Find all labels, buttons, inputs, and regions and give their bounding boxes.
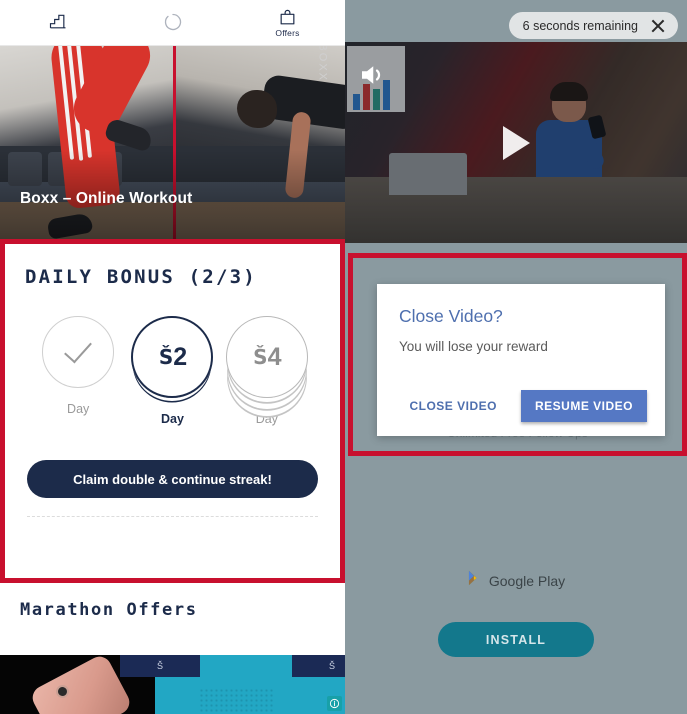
claim-bonus-button[interactable]: Claim double & continue streak! — [27, 460, 318, 498]
loading-spinner-icon — [163, 12, 183, 32]
resume-video-button[interactable]: RESUME VIDEO — [520, 390, 647, 422]
info-icon[interactable] — [327, 696, 342, 711]
offers-carousel[interactable]: Š Š — [0, 655, 345, 714]
divider — [27, 516, 318, 517]
daily-bonus-title: DAILY BONUS (2/3) — [25, 266, 257, 288]
close-video-dialog: Close Video? You will lose your reward C… — [377, 284, 665, 436]
screenshot-root: Offers BOXX Boxx – Online Workout DAILY … — [0, 0, 687, 714]
ad-video-player[interactable] — [345, 42, 687, 243]
shopping-bag-icon — [278, 8, 297, 27]
coin-value: Š 2 — [158, 342, 187, 372]
offer-reward-badge: Š — [120, 655, 200, 677]
coin-amount: 4 — [267, 342, 282, 371]
coin-icon: Š 2 — [131, 316, 214, 398]
speaker-on-icon[interactable] — [357, 60, 387, 95]
nav-item-offers[interactable]: Offers — [230, 8, 345, 38]
top-navigation-bar: Offers — [0, 0, 345, 46]
dialog-title: Close Video? — [399, 306, 503, 326]
ad-timer-label: 6 seconds remaining — [522, 18, 638, 33]
hero-banner[interactable]: BOXX Boxx – Online Workout — [0, 46, 345, 242]
currency-symbol: Š — [253, 345, 267, 369]
nav-item-loading[interactable] — [115, 12, 230, 33]
bonus-day-1-label: Day — [67, 402, 90, 416]
bonus-day-2-label: Day — [161, 412, 184, 426]
coin-stack-icon: Š 4 — [225, 316, 308, 398]
close-video-button[interactable]: CLOSE VIDEO — [399, 391, 507, 421]
offer-reward-badge-label: Š — [328, 661, 335, 671]
bonus-day-1[interactable]: Day — [31, 316, 125, 416]
dialog-actions: CLOSE VIDEO RESUME VIDEO — [399, 390, 647, 422]
coin-amount: 2 — [173, 342, 187, 371]
close-icon[interactable] — [650, 18, 666, 34]
install-button[interactable]: INSTALL — [438, 622, 594, 657]
hero-title: Boxx – Online Workout — [20, 190, 193, 207]
app-left-panel: Offers BOXX Boxx – Online Workout DAILY … — [0, 0, 345, 714]
bonus-day-3-label: Day — [255, 412, 278, 426]
currency-symbol: Š — [158, 345, 173, 369]
marathon-offers-title: Marathon Offers — [20, 600, 198, 620]
offer-reward-badge: Š — [292, 655, 345, 677]
nav-item-offers-label: Offers — [275, 27, 300, 38]
bonus-day-2[interactable]: Š 2 Day — [125, 316, 219, 426]
coin-claimed — [42, 316, 115, 388]
phone-image — [28, 655, 134, 714]
dot-pattern — [199, 688, 273, 714]
ad-timer-pill: 6 seconds remaining — [508, 12, 678, 39]
daily-bonus-days: Day Š 2 Day Š 4 Day — [25, 316, 320, 426]
close-video-dialog-annotation-box: Unlimited Free Fellow Ups Close Video? Y… — [348, 253, 687, 456]
store-attribution: Google Play — [345, 570, 687, 591]
brand-watermark: BOXX — [317, 46, 329, 82]
store-name: Google Play — [488, 572, 566, 589]
check-icon — [64, 334, 93, 364]
nav-item-stats[interactable] — [0, 12, 115, 33]
dialog-message: You will lose your reward — [399, 339, 548, 354]
chart-steps-icon — [48, 12, 68, 32]
marathon-offers-section: Marathon Offers — [0, 600, 345, 620]
play-icon[interactable] — [503, 125, 530, 160]
daily-bonus-card: DAILY BONUS (2/3) Day Š 2 Day Š 4 Day Cl… — [5, 244, 340, 578]
bonus-day-3[interactable]: Š 4 Day — [220, 316, 314, 426]
google-play-icon — [467, 570, 482, 591]
daily-bonus-annotation-box: DAILY BONUS (2/3) Day Š 2 Day Š 4 Day Cl… — [0, 239, 345, 583]
offer-reward-badge-label: Š — [156, 661, 163, 671]
coin-value: Š 4 — [253, 342, 282, 372]
